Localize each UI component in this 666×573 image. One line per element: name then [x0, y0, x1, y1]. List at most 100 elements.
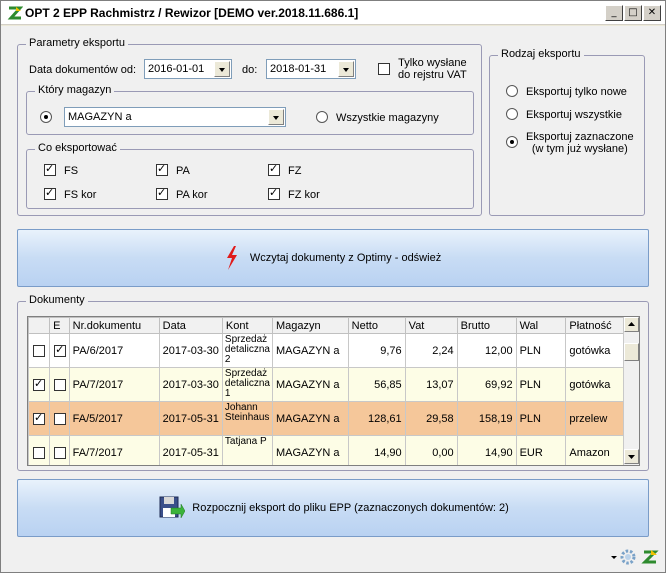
- col-wal[interactable]: Wal: [515, 317, 567, 334]
- only-sent-label-line1: Tylko wysłane: [398, 57, 467, 69]
- export-all-radio[interactable]: [506, 108, 518, 120]
- row-data-cell[interactable]: 2017-03-30: [158, 333, 223, 368]
- warehouse-all-radio[interactable]: [316, 111, 328, 123]
- scroll-thumb[interactable]: [624, 343, 639, 361]
- row-vat-cell[interactable]: 2,24: [404, 333, 458, 368]
- row-netto-cell[interactable]: 14,90: [347, 435, 406, 465]
- start-export-button[interactable]: Rozpocznij eksport do pliku EPP (zaznacz…: [17, 479, 649, 537]
- fs-kor-checkbox[interactable]: [44, 186, 56, 200]
- fs-checkbox[interactable]: [44, 162, 56, 176]
- fz-kor-checkbox[interactable]: [268, 186, 280, 200]
- row-netto-cell[interactable]: 128,61: [347, 401, 406, 436]
- row-magazyn-cell[interactable]: MAGAZYN a: [271, 333, 349, 368]
- row-e-checkbox[interactable]: [54, 343, 67, 357]
- pa-checkbox[interactable]: [156, 162, 168, 176]
- col-e[interactable]: E: [49, 317, 70, 334]
- row-kont-cell[interactable]: Tatjana P: [221, 435, 273, 465]
- chevron-up-icon: [628, 322, 635, 326]
- row-select-checkbox[interactable]: [33, 411, 45, 425]
- row-netto-cell[interactable]: 56,85: [347, 367, 406, 402]
- row-magazyn-cell[interactable]: MAGAZYN a: [271, 401, 349, 436]
- row-e-checkbox[interactable]: [54, 447, 67, 459]
- pa-label: PA: [176, 165, 190, 177]
- export-new-radio[interactable]: [506, 85, 518, 97]
- col-brutto[interactable]: Brutto: [456, 317, 517, 334]
- chevron-down-icon[interactable]: [338, 61, 354, 77]
- row-e-cell[interactable]: [49, 333, 70, 368]
- row-vat-cell[interactable]: 0,00: [404, 435, 458, 465]
- fs-kor-label: FS kor: [64, 189, 97, 201]
- app-logo-icon[interactable]: [641, 548, 659, 566]
- row-select-checkbox[interactable]: [33, 377, 45, 391]
- scroll-down-button[interactable]: [624, 449, 639, 464]
- only-sent-label: Tylko wysłane do rejstru VAT: [398, 57, 467, 81]
- col-select[interactable]: [28, 317, 51, 334]
- row-select-cell[interactable]: [28, 435, 51, 465]
- col-magazyn[interactable]: Magazyn: [271, 317, 349, 334]
- dropdown-arrow-icon[interactable]: [609, 552, 619, 562]
- row-vat-cell[interactable]: 29,58: [404, 401, 458, 436]
- export-params-legend: Parametry eksportu: [26, 37, 128, 49]
- row-e-cell[interactable]: [49, 367, 70, 402]
- grid-scrollbar[interactable]: [623, 317, 639, 465]
- row-nr-cell[interactable]: PA/7/2017: [68, 367, 160, 402]
- col-kont[interactable]: Kont: [221, 317, 273, 334]
- row-nr-cell[interactable]: FA/7/2017: [68, 435, 160, 465]
- col-netto[interactable]: Netto: [347, 317, 406, 334]
- row-data-cell[interactable]: 2017-03-30: [158, 367, 223, 402]
- col-nr[interactable]: Nr.dokumentu: [68, 317, 160, 334]
- fz-checkbox[interactable]: [268, 162, 280, 176]
- row-select-checkbox[interactable]: [33, 447, 45, 459]
- chevron-down-icon[interactable]: [268, 109, 284, 125]
- scroll-up-button[interactable]: [624, 317, 639, 332]
- table-row[interactable]: PA/6/20172017-03-30Sprzedaż detaliczna 2…: [28, 333, 639, 368]
- row-brutto-cell[interactable]: 12,00: [456, 333, 517, 368]
- row-select-cell[interactable]: [28, 367, 51, 402]
- chevron-down-icon[interactable]: [214, 61, 230, 77]
- gear-icon[interactable]: [619, 548, 637, 566]
- row-select-cell[interactable]: [28, 333, 51, 368]
- row-netto-cell[interactable]: 9,76: [347, 333, 406, 368]
- row-e-checkbox[interactable]: [54, 413, 67, 425]
- row-vat-cell[interactable]: 13,07: [404, 367, 458, 402]
- date-from-picker[interactable]: 2016-01-01: [144, 59, 232, 79]
- col-vat[interactable]: Vat: [404, 317, 458, 334]
- only-sent-label-line2: do rejstru VAT: [398, 69, 467, 81]
- row-nr-cell[interactable]: PA/6/2017: [68, 333, 160, 368]
- export-selected-radio[interactable]: [506, 136, 518, 148]
- warehouse-select[interactable]: MAGAZYN a: [64, 107, 286, 127]
- row-brutto-cell[interactable]: 158,19: [456, 401, 517, 436]
- row-magazyn-cell[interactable]: MAGAZYN a: [271, 367, 349, 402]
- row-brutto-cell[interactable]: 14,90: [456, 435, 517, 465]
- row-data-cell[interactable]: 2017-05-31: [158, 435, 223, 465]
- table-row[interactable]: FA/7/2017 2017-05-31 Tatjana P MAGAZYN a 14,…: [28, 435, 639, 465]
- row-kont-cell[interactable]: Johann Steinhaus: [221, 401, 273, 436]
- col-data[interactable]: Data: [158, 317, 223, 334]
- row-e-cell[interactable]: [49, 435, 70, 465]
- pa-kor-checkbox[interactable]: [156, 186, 168, 200]
- row-wal-cell[interactable]: PLN: [515, 401, 567, 436]
- warehouse-single-radio[interactable]: [40, 111, 52, 123]
- row-e-checkbox[interactable]: [54, 379, 67, 391]
- only-sent-checkbox[interactable]: [378, 63, 390, 75]
- row-nr-cell[interactable]: FA/5/2017: [68, 401, 160, 436]
- table-row[interactable]: PA/7/20172017-03-30Sprzedaż detaliczna 1…: [28, 367, 639, 402]
- close-button[interactable]: ✕: [643, 5, 661, 21]
- app-window: OPT 2 EPP Rachmistrz / Rewizor [DEMO ver…: [0, 0, 666, 573]
- row-select-checkbox[interactable]: [33, 345, 45, 357]
- minimize-button[interactable]: _: [605, 5, 623, 21]
- row-e-cell[interactable]: [49, 401, 70, 436]
- row-kont-cell[interactable]: Sprzedaż detaliczna 1: [221, 367, 273, 402]
- row-wal-cell[interactable]: PLN: [515, 367, 567, 402]
- row-kont-cell[interactable]: Sprzedaż detaliczna 2: [221, 333, 273, 368]
- load-documents-button[interactable]: Wczytaj dokumenty z Optimy - odśwież: [17, 229, 649, 287]
- row-brutto-cell[interactable]: 69,92: [456, 367, 517, 402]
- table-row[interactable]: FA/5/20172017-05-31Johann SteinhausMAGAZ…: [28, 401, 639, 436]
- maximize-button[interactable]: □: [624, 5, 642, 21]
- row-select-cell[interactable]: [28, 401, 51, 436]
- row-data-cell[interactable]: 2017-05-31: [158, 401, 223, 436]
- date-to-picker[interactable]: 2018-01-31: [266, 59, 356, 79]
- row-wal-cell[interactable]: EUR: [515, 435, 567, 465]
- row-magazyn-cell[interactable]: MAGAZYN a: [271, 435, 349, 465]
- row-wal-cell[interactable]: PLN: [515, 333, 567, 368]
